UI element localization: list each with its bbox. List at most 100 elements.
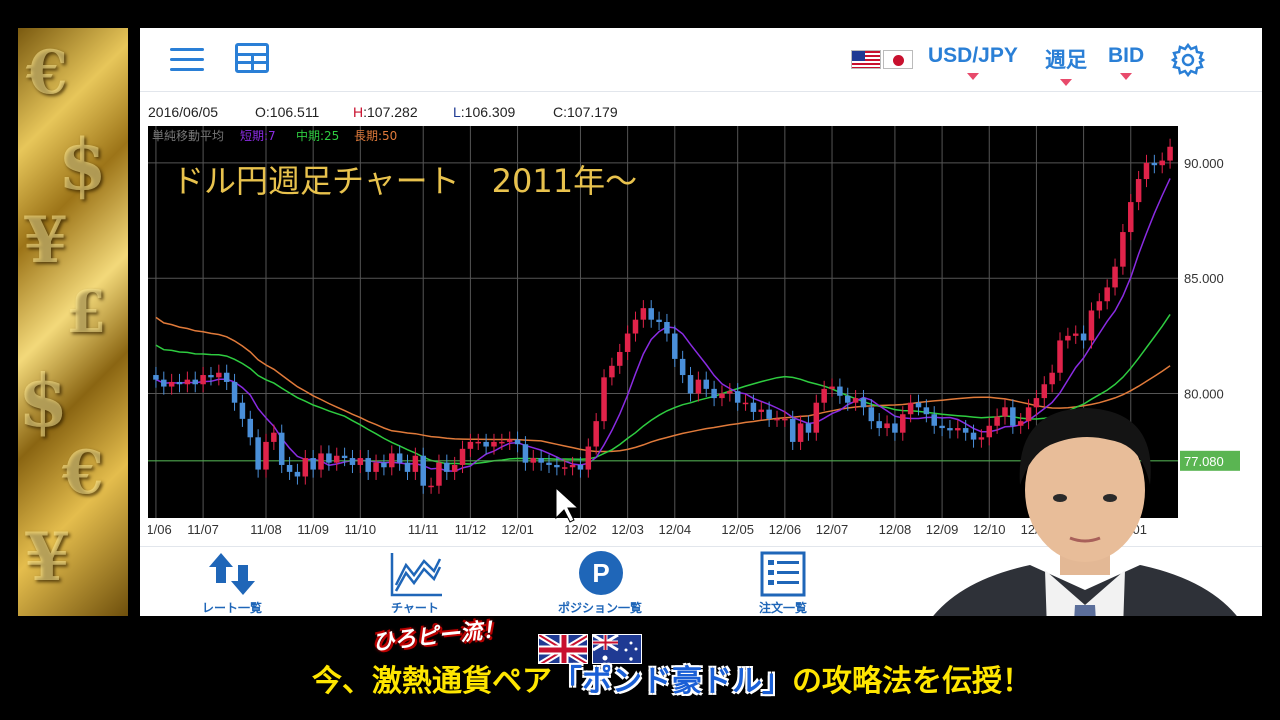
candle (318, 453, 324, 470)
menu-icon[interactable] (170, 46, 204, 72)
candle (412, 455, 419, 472)
indicator-legend-item: 長期:50 (354, 129, 397, 143)
currency-pair-label: USD/JPY (928, 44, 1018, 67)
period-selector[interactable]: 週足 (1045, 44, 1087, 86)
candle (766, 409, 772, 419)
candle (844, 395, 851, 403)
candle (373, 462, 379, 472)
nav-rate-list[interactable]: レート一覧 (177, 551, 287, 615)
candle (326, 453, 332, 463)
x-tick-label: 11/06 (148, 522, 172, 537)
candle (208, 375, 214, 378)
x-tick-label: 11/12 (455, 522, 487, 537)
candle (223, 372, 230, 382)
candle (286, 464, 293, 472)
candle (656, 319, 662, 322)
candle (200, 375, 206, 385)
candle (349, 458, 356, 465)
candle (1167, 146, 1173, 161)
candle (561, 467, 568, 469)
candle (357, 458, 364, 465)
x-tick-label: 12/01 (501, 522, 534, 537)
x-tick-label: 11/10 (345, 522, 377, 537)
position-icon: P (579, 551, 623, 595)
currency-pair-selector[interactable]: USD/JPY (928, 44, 1018, 80)
price-type-label: BID (1108, 44, 1145, 67)
grid-icon[interactable] (235, 43, 269, 73)
candle (294, 471, 301, 477)
us-flag-icon (851, 50, 881, 69)
indicator-legend-item: 単純移動平均 (152, 129, 224, 143)
candle (585, 446, 592, 470)
candle (1104, 287, 1110, 302)
candle (1159, 160, 1165, 166)
candle (829, 386, 835, 389)
x-tick-label: 12/02 (564, 522, 597, 537)
candle (404, 462, 411, 472)
candle (711, 388, 717, 399)
nav-order-list[interactable]: 注文一覧 (728, 551, 838, 615)
candle (1128, 202, 1134, 233)
caption-subtitle: ひろピー流！ (371, 616, 506, 656)
x-tick-label: 11/07 (187, 522, 219, 537)
candle (389, 453, 395, 468)
candle (1112, 266, 1118, 288)
candle (601, 377, 607, 422)
candle (1049, 372, 1055, 385)
nav-positions[interactable]: P ポジション一覧 (545, 551, 655, 615)
candle (774, 418, 780, 421)
ohlc-high: H:107.282 (353, 104, 418, 120)
candle (742, 402, 749, 405)
candle (750, 402, 757, 412)
x-tick-label: 12/08 (879, 522, 912, 537)
caption-highlight: 「ポンド豪ドル」 (552, 664, 792, 699)
candle (907, 402, 914, 415)
nav-chart[interactable]: チャート (360, 551, 470, 615)
price-type-selector[interactable]: BID (1108, 44, 1145, 80)
candle (695, 379, 702, 394)
candle (593, 421, 599, 447)
x-tick-label: 12/06 (769, 522, 802, 537)
candle (192, 379, 198, 385)
indicator-legend-item: 中期:25 (296, 128, 339, 143)
order-list-icon (760, 551, 806, 597)
candle (255, 437, 261, 470)
candle (821, 388, 827, 403)
candle (506, 439, 513, 442)
nav-chart-label: チャート (391, 601, 439, 615)
rate-list-icon (209, 553, 255, 595)
ohlc-date: 2016/06/05 (148, 104, 219, 120)
indicator-legend-item: 短期:7 (240, 129, 276, 143)
candle (467, 441, 474, 449)
candle (648, 308, 654, 320)
jp-flag-icon (883, 50, 913, 69)
candle (813, 402, 820, 433)
candle (1143, 162, 1150, 180)
caption-suffix: の攻略法を伝授！ (792, 664, 1032, 699)
candle (805, 423, 812, 433)
x-tick-label: 12/04 (659, 522, 692, 537)
candle (1120, 232, 1126, 267)
candle (396, 453, 403, 463)
candle (546, 462, 552, 465)
candle (420, 455, 426, 486)
candle (719, 393, 725, 399)
candle (852, 398, 859, 403)
candle (231, 381, 238, 403)
gear-icon[interactable] (1170, 42, 1206, 78)
x-tick-label: 11/08 (250, 522, 282, 537)
nav-positions-label: ポジション一覧 (557, 601, 642, 615)
candle (609, 365, 615, 378)
candle (176, 381, 183, 385)
candle (884, 423, 890, 429)
candle (475, 441, 482, 444)
candle (491, 441, 497, 447)
candle (672, 333, 678, 359)
x-tick-label: 12/07 (816, 522, 849, 537)
candle (1057, 340, 1063, 373)
ohlc-low: L:106.309 (453, 104, 516, 120)
candle (263, 441, 269, 470)
candle (247, 418, 254, 438)
nav-rate-list-label: レート一覧 (201, 601, 262, 615)
candle (727, 391, 733, 394)
